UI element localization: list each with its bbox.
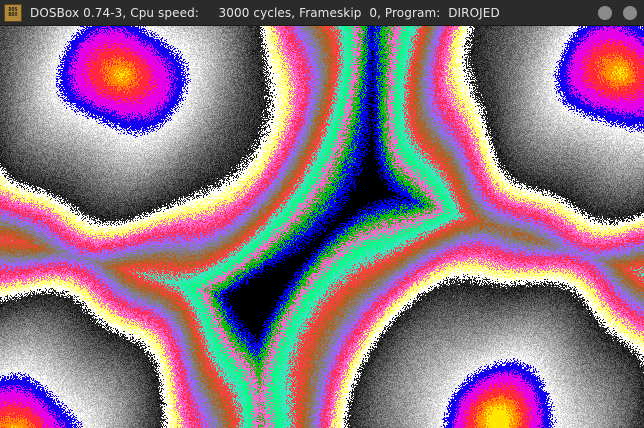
- dosbox-icon-text-bottom: BOX: [8, 11, 18, 18]
- window-title: DOSBox 0.74-3, Cpu speed: 3000 cycles, F…: [30, 5, 500, 20]
- minimize-button[interactable]: [598, 6, 612, 20]
- title-bar[interactable]: DOS BOX DOSBox 0.74-3, Cpu speed: 3000 c…: [0, 0, 644, 26]
- close-button[interactable]: [623, 6, 637, 20]
- game-screen[interactable]: [0, 26, 644, 428]
- dosbox-icon: DOS BOX: [4, 3, 22, 22]
